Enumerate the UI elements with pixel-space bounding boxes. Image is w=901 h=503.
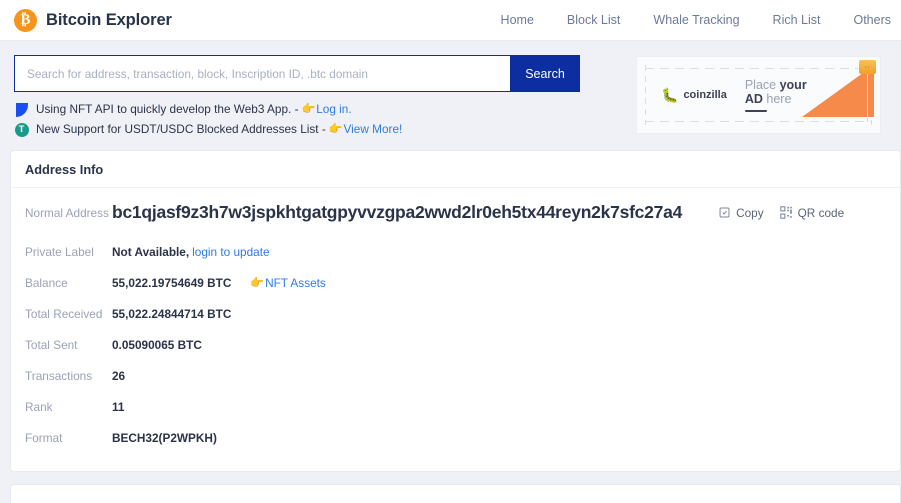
page-title: Address Info <box>25 161 104 177</box>
search-bar: Search <box>14 55 580 92</box>
tether-icon: T <box>14 122 29 137</box>
table-row: Rank 11 <box>25 391 886 422</box>
table-row: Format BECH32(P2WPKH) <box>25 422 886 453</box>
balance-amount: 55,022.19754649 BTC <box>112 275 232 290</box>
qr-code-label: QR code <box>797 205 845 220</box>
row-value-private-label: Not Available, login to update <box>112 244 270 259</box>
search-section: Search Using NFT API to quickly develop … <box>0 41 901 150</box>
nav-item-home[interactable]: Home <box>501 13 534 27</box>
copy-label: Copy <box>736 205 764 220</box>
copy-button[interactable]: Copy <box>718 206 764 220</box>
ad-headline-line2-light: here <box>766 91 792 106</box>
brand[interactable]: ₿ Bitcoin Explorer <box>14 8 172 32</box>
row-value-total-received: 55,022.24844714 BTC <box>112 306 232 321</box>
address-label: Normal Address <box>25 205 109 220</box>
ad-headline-line1-light: Place <box>744 77 780 92</box>
notice-item-usdt-blocked: T New Support for USDT/USDC Blocked Addr… <box>14 122 626 137</box>
ad-close-badge-icon[interactable]: ·· <box>859 60 876 74</box>
address-info-card: Address Info Normal Address bc1qjasf9z3h… <box>10 150 901 472</box>
row-label-rank: Rank <box>25 399 53 414</box>
qr-code-button[interactable]: QR code <box>779 205 845 220</box>
row-label-total-sent: Total Sent <box>25 337 78 352</box>
coinzilla-label: coinzilla <box>683 89 727 101</box>
qr-code-icon <box>779 206 793 219</box>
address-details-table: Private Label Not Available, login to up… <box>11 236 900 471</box>
pointing-hand-icon: 👉 <box>250 277 265 289</box>
coinzilla-logo: 🐛 coinzilla <box>661 87 727 104</box>
row-value-total-sent: 0.05090065 BTC <box>112 337 202 352</box>
table-row: Total Received 55,022.24844714 BTC <box>25 298 886 329</box>
address-info-header: Address Info <box>11 151 900 188</box>
ad-underline-decoration <box>744 109 767 113</box>
copy-icon <box>718 206 731 219</box>
notice-text: New Support for USDT/USDC Blocked Addres… <box>36 122 326 136</box>
notice-item-nft-api: Using NFT API to quickly develop the Web… <box>14 102 626 117</box>
bitcoin-logo-icon: ₿ <box>14 8 37 32</box>
nav-item-whale-tracking[interactable]: Whale Tracking <box>653 13 739 27</box>
row-label-balance: Balance <box>25 275 68 290</box>
nav-item-others[interactable]: Others <box>853 13 891 27</box>
next-section-card <box>10 484 901 503</box>
row-value-balance: 55,022.19754649 BTC 👉 NFT Assets <box>112 276 326 290</box>
address-row: Normal Address bc1qjasf9z3h7w3jspkhtgatg… <box>11 188 900 236</box>
pointing-hand-icon: 👉 <box>328 123 343 135</box>
ad-copy: Place your AD here <box>744 77 807 113</box>
row-value-format: BECH32(P2WPKH) <box>112 430 217 445</box>
address-value: bc1qjasf9z3h7w3jspkhtgatgpyvvzgpa2wwd2lr… <box>112 202 683 222</box>
row-label-format: Format <box>25 430 63 445</box>
coinzilla-mark-icon: 🐛 <box>661 86 679 103</box>
notice-view-more-link[interactable]: View More! <box>344 122 403 137</box>
nav-item-rich-list[interactable]: Rich List <box>773 13 821 27</box>
table-row: Balance 55,022.19754649 BTC 👉 NFT Assets <box>25 267 886 298</box>
address-actions: Copy QR code <box>718 206 844 220</box>
nav-item-block-list[interactable]: Block List <box>567 13 621 27</box>
advertisement-banner[interactable]: 🐛 coinzilla Place your AD here ·· <box>636 56 881 134</box>
search-button[interactable]: Search <box>510 55 580 92</box>
table-row: Private Label Not Available, login to up… <box>25 236 886 267</box>
search-left-column: Search Using NFT API to quickly develop … <box>14 55 626 142</box>
table-row: Total Sent 0.05090065 BTC <box>25 329 886 360</box>
notice-login-link[interactable]: Log in. <box>316 102 351 117</box>
row-label-private-label: Private Label <box>25 244 94 259</box>
blue-flag-icon <box>14 102 29 117</box>
pointing-hand-icon: 👉 <box>301 103 316 115</box>
table-row: Transactions 26 <box>25 360 886 391</box>
row-value-transactions: 26 <box>112 368 126 383</box>
nft-assets-link[interactable]: NFT Assets <box>265 276 326 290</box>
ad-headline-line2-bold: AD <box>744 91 767 106</box>
notice-list: Using NFT API to quickly develop the Web… <box>14 102 626 137</box>
main-nav: Home Block List Whale Tracking Rich List… <box>501 13 901 27</box>
search-input[interactable] <box>14 55 510 92</box>
row-label-transactions: Transactions <box>25 368 93 383</box>
site-header: ₿ Bitcoin Explorer Home Block List Whale… <box>0 0 901 41</box>
login-to-update-link[interactable]: login to update <box>192 245 269 259</box>
brand-title: Bitcoin Explorer <box>46 10 172 29</box>
row-label-total-received: Total Received <box>25 306 103 321</box>
row-value-rank: 11 <box>112 399 125 414</box>
ad-headline-line1-bold: your <box>779 77 807 92</box>
notice-text: Using NFT API to quickly develop the Web… <box>36 102 299 116</box>
